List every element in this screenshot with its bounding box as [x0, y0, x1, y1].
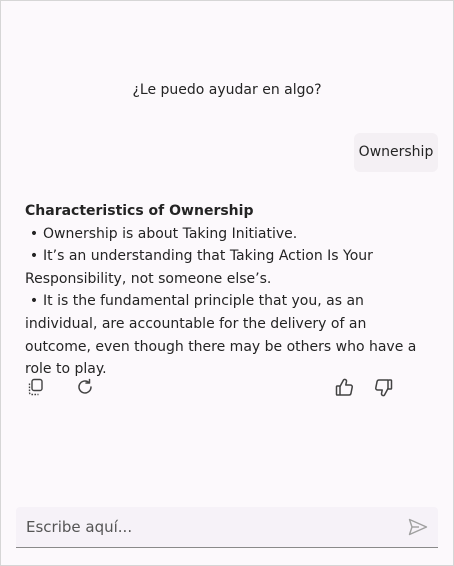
bullet-marker: •: [29, 248, 39, 265]
bullet-text: It is the fundamental principle that you…: [25, 293, 417, 378]
user-message-bubble: Ownership: [354, 133, 438, 172]
response-title: Characteristics of Ownership: [25, 203, 254, 219]
send-icon[interactable]: [407, 516, 429, 538]
copy-icon[interactable]: [25, 376, 47, 398]
bullet-marker: •: [29, 293, 39, 310]
message-input[interactable]: [16, 507, 396, 546]
thumbs-up-icon[interactable]: [333, 376, 355, 398]
bullet-text: Ownership is about Taking Initiative.: [43, 225, 298, 242]
response-bullet: • Ownership is about Taking Initiative.: [25, 223, 425, 246]
chat-window: ¿Le puedo ayudar en algo? Ownership Char…: [0, 0, 454, 566]
bullet-marker: •: [29, 225, 39, 242]
thumbs-down-icon[interactable]: [372, 376, 394, 398]
assistant-response: Characteristics of Ownership • Ownership …: [25, 200, 425, 381]
refresh-icon[interactable]: [74, 376, 96, 398]
response-bullet: • It’s an understanding that Taking Actio…: [25, 245, 425, 290]
bullet-text: It’s an understanding that Taking Action…: [25, 248, 373, 287]
response-bullet: • It is the fundamental principle that yo…: [25, 290, 425, 380]
response-actions: [1, 376, 453, 398]
message-input-container: [16, 507, 438, 548]
greeting-text: ¿Le puedo ayudar en algo?: [132, 82, 322, 98]
